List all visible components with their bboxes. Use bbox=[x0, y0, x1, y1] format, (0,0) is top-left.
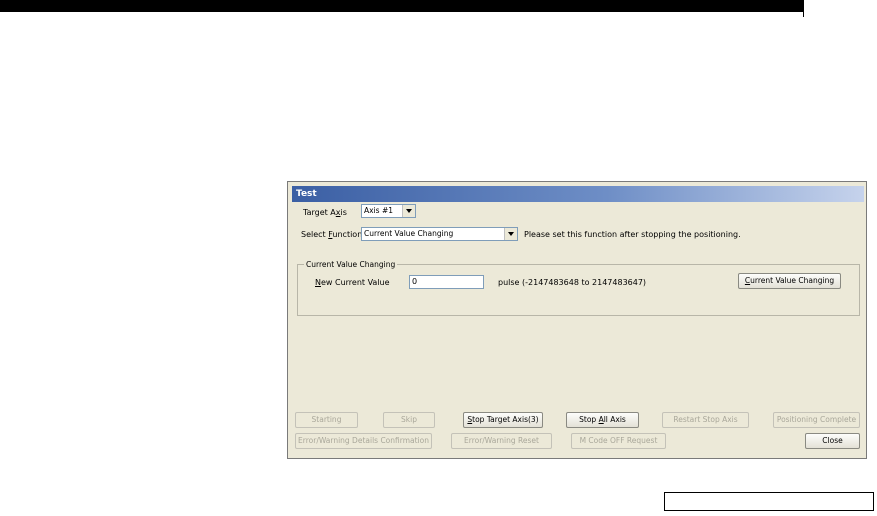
stop-all-axis-button[interactable]: Stop All Axis bbox=[566, 412, 639, 428]
starting-button[interactable]: Starting bbox=[295, 412, 358, 428]
new-current-value-input[interactable]: 0 bbox=[409, 275, 484, 289]
target-axis-label: Target Axis bbox=[303, 208, 347, 217]
current-value-changing-button[interactable]: Current Value Changing bbox=[738, 273, 841, 289]
function-note: Please set this function after stopping … bbox=[524, 230, 741, 239]
stop-target-axis-button[interactable]: Stop Target Axis(3) bbox=[463, 412, 543, 428]
m-code-off-request-button[interactable]: M Code OFF Request bbox=[571, 433, 666, 449]
select-function-select[interactable]: Current Value Changing bbox=[361, 227, 518, 241]
test-dialog: Test Target Axis Axis #1 Select Function… bbox=[287, 181, 867, 459]
error-warning-details-button[interactable]: Error/Warning Details Confirmation bbox=[295, 433, 432, 449]
top-bar-tick bbox=[803, 0, 804, 17]
group-legend: Current Value Changing bbox=[306, 260, 396, 269]
chevron-down-icon[interactable] bbox=[402, 205, 415, 217]
positioning-complete-button[interactable]: Positioning Complete bbox=[773, 412, 860, 428]
bottom-right-empty-box bbox=[664, 492, 874, 511]
new-current-value-label: New Current Value bbox=[315, 278, 390, 287]
dialog-title: Test bbox=[292, 186, 864, 202]
top-black-bar bbox=[0, 0, 803, 12]
skip-button[interactable]: Skip bbox=[383, 412, 435, 428]
select-function-label: Select Function bbox=[301, 230, 363, 239]
error-warning-reset-button[interactable]: Error/Warning Reset bbox=[451, 433, 552, 449]
restart-stop-axis-button[interactable]: Restart Stop Axis bbox=[662, 412, 749, 428]
chevron-down-icon[interactable] bbox=[504, 228, 517, 240]
target-axis-select[interactable]: Axis #1 bbox=[361, 204, 416, 218]
range-text: pulse (-2147483648 to 2147483647) bbox=[498, 278, 647, 287]
close-button[interactable]: Close bbox=[805, 433, 860, 449]
